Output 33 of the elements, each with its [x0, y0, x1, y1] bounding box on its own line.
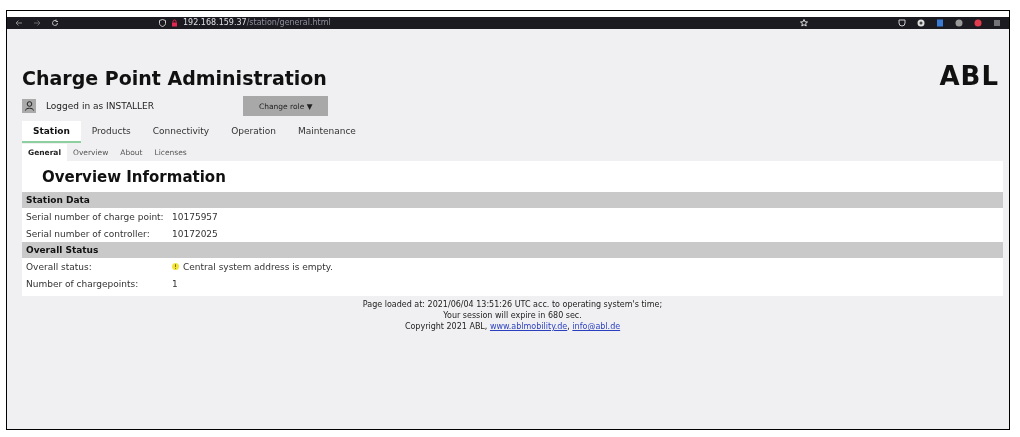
nav-tab[interactable]: Products [80, 121, 142, 143]
login-status: Logged in as INSTALLER [46, 101, 156, 111]
nav-tab[interactable]: Station [22, 121, 81, 143]
panel-heading: Overview Information [41, 167, 227, 188]
field-value: Central system address is empty. [183, 261, 333, 272]
field-label: Serial number of charge point: [26, 211, 165, 222]
footer-text: Page loaded at: 2021/06/04 13:51:26 UTC acc. to operating system's time; [361, 299, 664, 310]
page-title: Charge Point Administration [22, 67, 327, 89]
field-label: Overall status: [26, 261, 93, 272]
section-header: Overall Status [22, 242, 1003, 258]
section-header: Station Data [22, 192, 1003, 208]
footer-text: Your session will expire in 680 sec. [442, 310, 583, 321]
extension-icon[interactable] [917, 19, 925, 27]
nav-tab[interactable]: Maintenance [286, 121, 367, 143]
field-value: 10172025 [172, 228, 218, 239]
menu-icon[interactable] [993, 19, 1001, 27]
field-value: 1 [172, 278, 178, 289]
nav-tab[interactable]: Operation [220, 121, 287, 143]
field-label: Serial number of controller: [26, 228, 151, 239]
back-icon[interactable] [15, 19, 23, 27]
nav-tab[interactable]: Connectivity [141, 121, 221, 143]
extension-icon[interactable] [955, 19, 963, 27]
lock-icon[interactable] [171, 19, 178, 27]
shield-icon[interactable] [159, 19, 166, 27]
forward-icon[interactable] [33, 19, 41, 27]
field-label: Number of chargepoints: [26, 278, 140, 289]
address-bar[interactable]: 192.168.159.37/station/general.html [183, 17, 331, 29]
reload-icon[interactable] [51, 19, 59, 27]
brand-logo: ABL [939, 63, 999, 89]
copyright-text: Copyright 2021 ABL, www.ablmobility.de, info@abl.de [403, 321, 622, 332]
star-icon[interactable] [800, 19, 808, 27]
footer-link[interactable]: info@abl.de [572, 322, 621, 331]
field-value: 10175957 [172, 211, 218, 222]
